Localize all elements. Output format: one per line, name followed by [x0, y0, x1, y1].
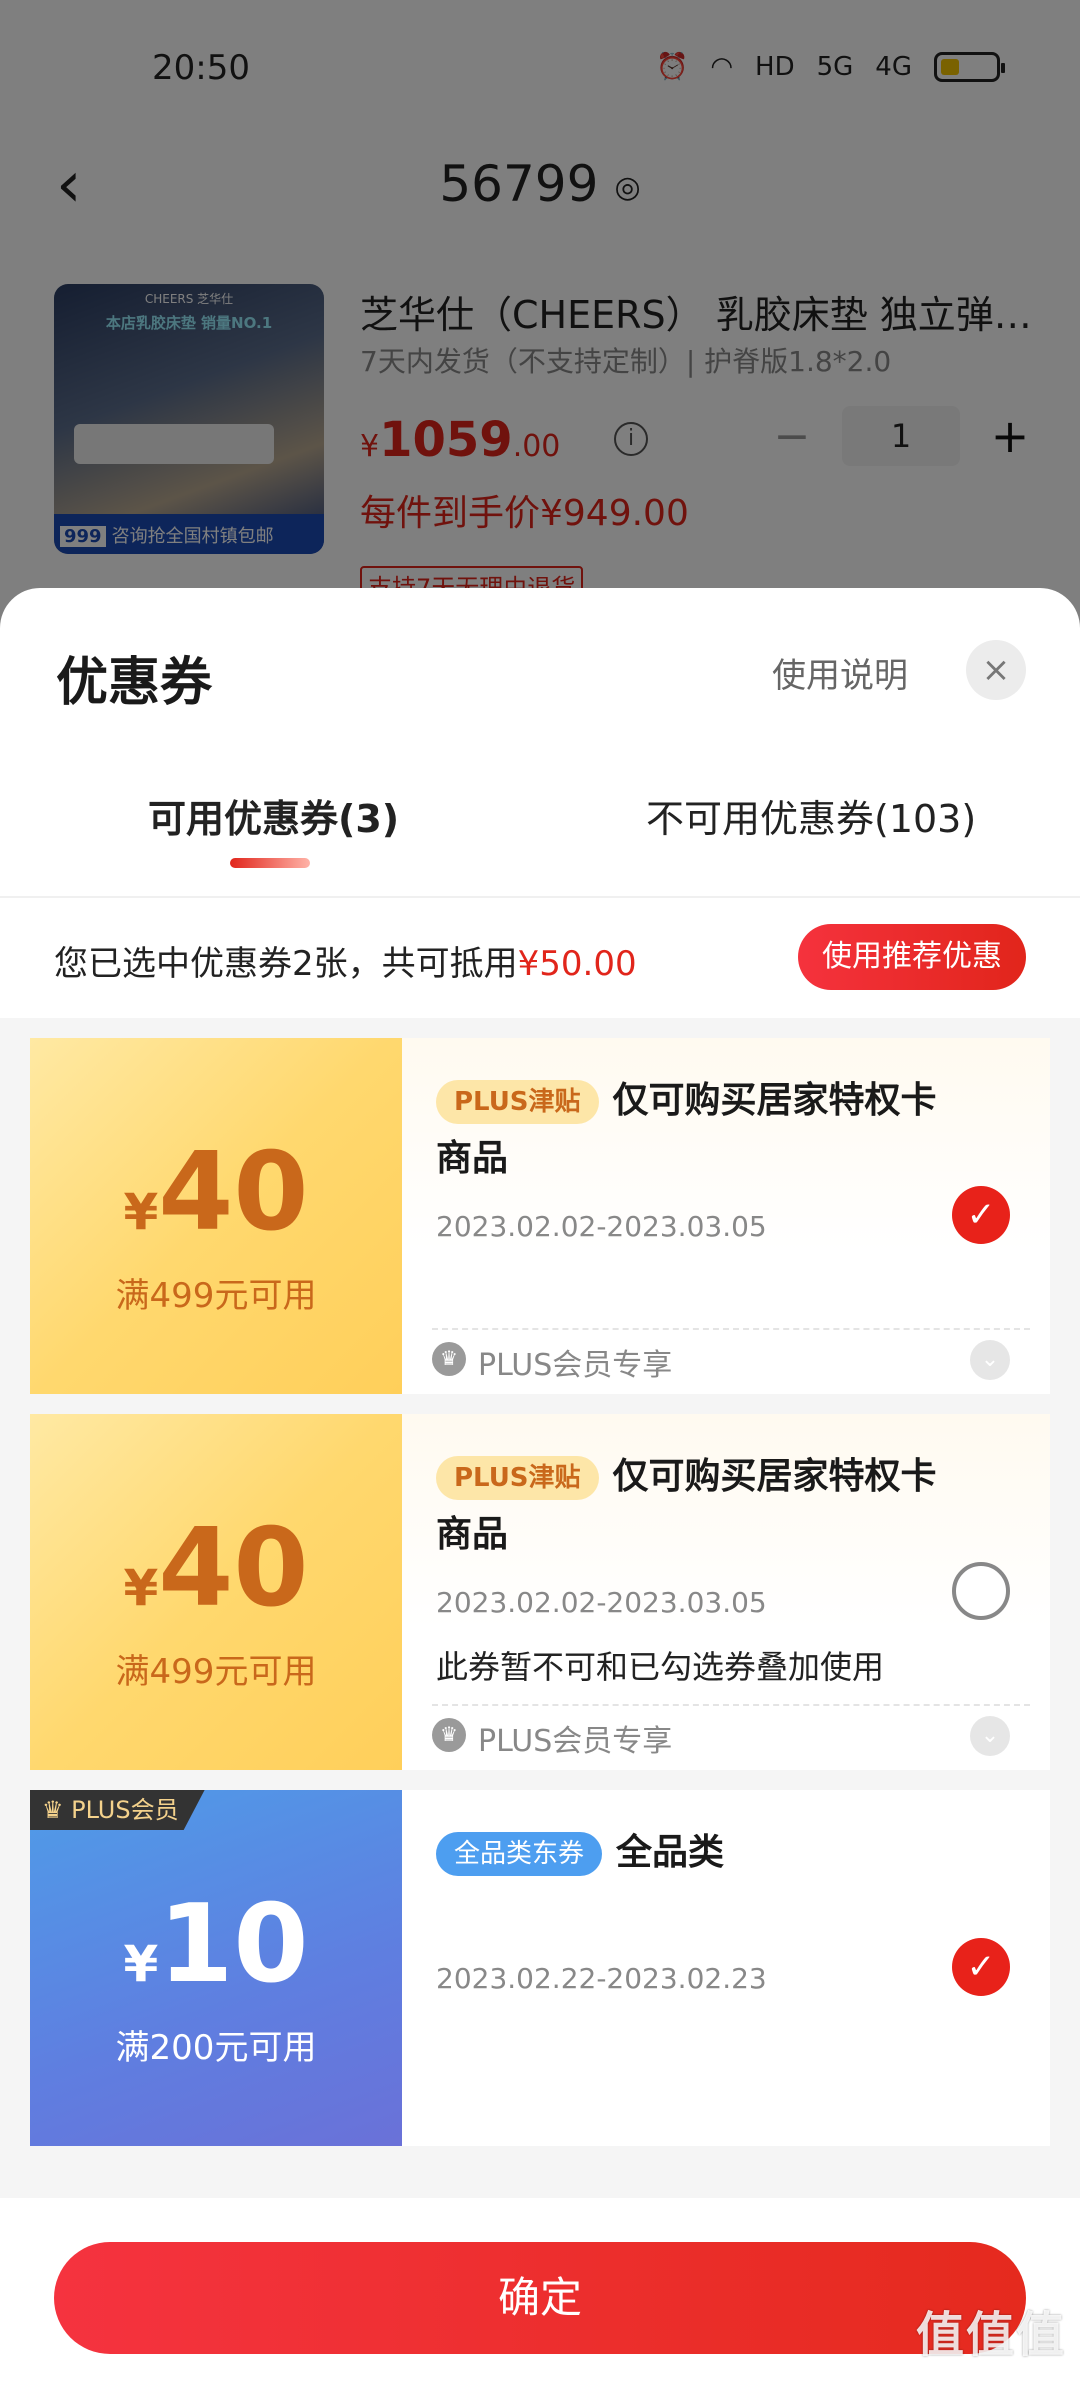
coupon-sheet: 优惠券 使用说明 × 可用优惠券(3) 不可用优惠券(103) 您已选中优惠券2…: [0, 588, 1080, 2400]
coupon-conflict-note: 此券暂不可和已勾选券叠加使用: [436, 1648, 885, 1686]
coupon-detail-panel: 全品类东券 全品类 2023.02.22-2023.02.23 ✓: [402, 1790, 1050, 2146]
tab-unavailable-coupons[interactable]: 不可用优惠券(103): [646, 788, 976, 843]
coupon-amount: ¥10: [30, 1882, 402, 2007]
coupon-currency: ¥: [123, 1935, 159, 1993]
coupon-validity: 2023.02.22-2023.02.23: [436, 1962, 767, 1995]
coupon-title: PLUS津贴 仅可购买居家特权卡商品: [436, 1072, 970, 1188]
coupon-checkbox-checked[interactable]: ✓: [952, 1186, 1010, 1244]
summary-amount: ¥50.00: [517, 944, 637, 984]
coupon-currency: ¥: [123, 1183, 159, 1241]
coupon-tag: PLUS津贴: [436, 1456, 599, 1500]
coupon-title-text: 全品类: [616, 1832, 725, 1873]
coupon-currency: ¥: [123, 1559, 159, 1617]
coupon-amount-value: 40: [158, 1130, 309, 1255]
summary-text: 您已选中优惠券2张，共可抵用¥50.00: [54, 936, 637, 985]
chevron-down-icon[interactable]: ⌄: [970, 1340, 1010, 1380]
coupon-checkbox-unchecked[interactable]: [952, 1562, 1010, 1620]
use-recommended-button[interactable]: 使用推荐优惠: [798, 924, 1026, 990]
watermark-logo: 值值值: [915, 2307, 1066, 2363]
coupon-condition: 满499元可用: [115, 1652, 317, 1692]
coupon-card[interactable]: ¥40 满499元可用 PLUS津贴 仅可购买居家特权卡商品 2023.02.02…: [30, 1414, 1050, 1770]
close-icon[interactable]: ×: [966, 640, 1026, 700]
plus-member-ribbon: ♛ PLUS会员: [30, 1790, 205, 1830]
coupon-footer: ♛ PLUS会员专享 ⌄: [432, 1704, 1030, 1764]
coupon-tag: 全品类东券: [436, 1832, 603, 1876]
confirm-button[interactable]: 确定: [54, 2242, 1026, 2354]
coupon-list: ¥40 满499元可用 PLUS津贴 仅可购买居家特权卡商品 2023.02.02…: [0, 1018, 1080, 2198]
coupon-amount-value: 40: [158, 1506, 309, 1631]
active-tab-indicator: [230, 858, 310, 868]
coupon-value-panel: ¥40 满499元可用: [30, 1414, 402, 1770]
coupon-value-panel: ¥40 满499元可用: [30, 1038, 402, 1394]
coupon-amount: ¥40: [30, 1506, 402, 1631]
coupon-footer-text: PLUS会员专享: [478, 1724, 673, 1759]
coupon-tabs: 可用优惠券(3) 不可用优惠券(103): [0, 788, 1080, 898]
coupon-checkbox-checked[interactable]: ✓: [952, 1938, 1010, 1996]
coupon-validity: 2023.02.02-2023.03.05: [436, 1586, 767, 1619]
chevron-down-icon[interactable]: ⌄: [970, 1716, 1010, 1756]
tab-available-coupons[interactable]: 可用优惠券(3): [148, 788, 399, 843]
coupon-value-panel: ♛ PLUS会员 ¥10 满200元可用: [30, 1790, 402, 2146]
plus-ribbon-text: PLUS会员: [71, 1796, 179, 1824]
usage-instructions-link[interactable]: 使用说明: [772, 648, 908, 697]
coupon-card[interactable]: ¥40 满499元可用 PLUS津贴 仅可购买居家特权卡商品 2023.02.02…: [30, 1038, 1050, 1394]
watermark-url: zhizhizhi.com: [930, 2365, 1052, 2386]
confirm-bar: 确定 值值值 zhizhizhi.com: [0, 2198, 1080, 2400]
coupon-detail-panel: PLUS津贴 仅可购买居家特权卡商品 2023.02.02-2023.03.05 …: [402, 1414, 1050, 1770]
coupon-footer: ♛ PLUS会员专享 ⌄: [432, 1328, 1030, 1388]
coupon-card[interactable]: ♛ PLUS会员 ¥10 满200元可用 全品类东券 全品类 2023.02.22…: [30, 1790, 1050, 2146]
coupon-title: 全品类东券 全品类: [436, 1824, 970, 1882]
coupon-tag: PLUS津贴: [436, 1080, 599, 1124]
crown-icon: ♛: [432, 1718, 466, 1752]
coupon-title: PLUS津贴 仅可购买居家特权卡商品: [436, 1448, 970, 1564]
coupon-condition: 满499元可用: [115, 1276, 317, 1316]
coupon-condition: 满200元可用: [115, 2028, 317, 2068]
crown-icon: ♛: [432, 1342, 466, 1376]
selection-summary: 您已选中优惠券2张，共可抵用¥50.00 使用推荐优惠: [0, 898, 1080, 1018]
coupon-amount: ¥40: [30, 1130, 402, 1255]
coupon-footer-text: PLUS会员专享: [478, 1348, 673, 1383]
coupon-validity: 2023.02.02-2023.03.05: [436, 1210, 767, 1243]
sheet-title: 优惠券: [56, 653, 213, 713]
coupon-amount-value: 10: [158, 1882, 309, 2007]
watermark: 值值值 zhizhizhi.com: [916, 2295, 1066, 2386]
summary-prefix: 您已选中优惠券2张，共可抵用: [54, 944, 518, 984]
coupon-detail-panel: PLUS津贴 仅可购买居家特权卡商品 2023.02.02-2023.03.05 …: [402, 1038, 1050, 1394]
